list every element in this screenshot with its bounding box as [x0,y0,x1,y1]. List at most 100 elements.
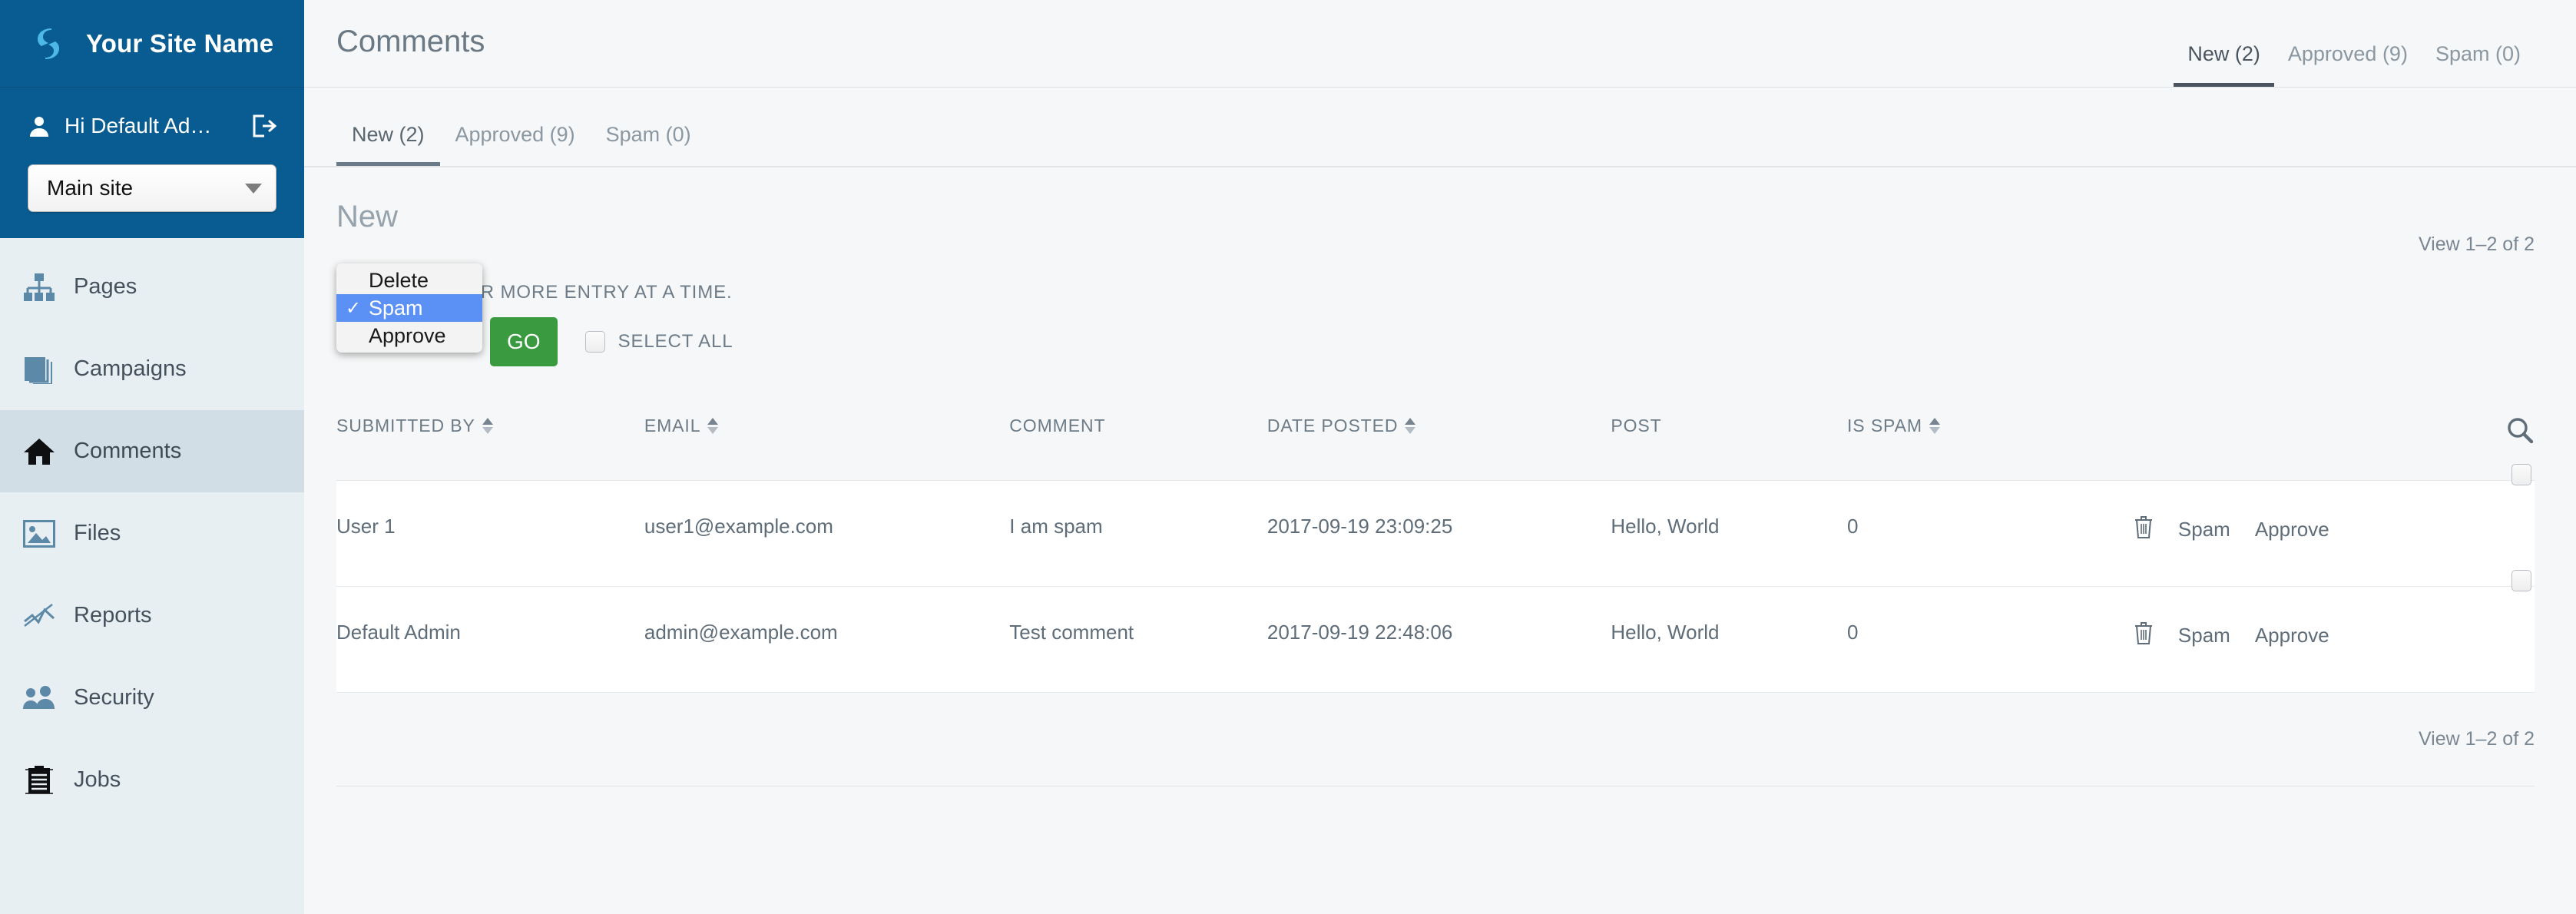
dropdown-option-label: Delete [369,268,429,292]
users-icon [22,681,57,716]
col-email[interactable]: EMAIL [644,394,1010,481]
sidebar-item-label: Reports [74,603,152,628]
table-body: User 1 user1@example.com I am spam 2017-… [336,464,2535,693]
sub-tab-approved[interactable]: Approved (9) [440,123,591,166]
sort-icon[interactable] [1929,418,1940,434]
section-header: New View 1–2 of 2 [336,167,2535,256]
chevron-down-icon [245,183,262,194]
sub-tab-new[interactable]: New (2) [336,123,440,166]
go-button[interactable]: GO [490,317,558,366]
table-row[interactable]: Default Admin admin@example.com Test com… [336,570,2535,693]
cell-submitted-by: Default Admin [336,586,644,693]
sidebar-item-campaigns[interactable]: Campaigns [0,328,304,410]
col-is-spam[interactable]: IS SPAM [1847,394,2134,481]
approve-action-link[interactable]: Approve [2255,518,2329,541]
col-label: IS SPAM [1847,416,1922,435]
dropdown-option-label: Spam [369,296,423,320]
site-selector-value: Main site [47,176,134,200]
trash-icon[interactable] [2134,621,2154,651]
approve-action-link[interactable]: Approve [2255,624,2329,647]
cell-post: Hello, World [1611,480,1847,587]
sort-icon[interactable] [707,418,719,434]
dropdown-option-approve[interactable]: Approve [336,322,482,349]
cell-comment: Test comment [1009,586,1267,693]
sidebar-item-reports[interactable]: Reports [0,575,304,657]
sidebar-item-label: Jobs [74,767,121,792]
sidebar-item-label: Comments [74,439,182,463]
row-select-checkbox[interactable] [2511,570,2531,591]
sidebar: Your Site Name Hi Default Ad… Main site [0,0,304,914]
row-select-checkbox[interactable] [2511,464,2531,485]
logout-icon[interactable] [250,113,276,139]
sitemap-icon [22,270,57,305]
select-all-label: SELECT ALL [618,331,733,352]
table-row[interactable]: User 1 user1@example.com I am spam 2017-… [336,464,2535,587]
top-tab-new[interactable]: New (2) [2174,42,2274,87]
user-greeting: Hi Default Ad… [65,114,212,137]
cell-date-posted: 2017-09-19 23:09:25 [1266,480,1611,587]
cell-actions: Spam Approve [2133,570,2535,693]
sidebar-item-label: Pages [74,274,137,299]
bulk-caption: MODIFY ONE OR MORE ENTRY AT A TIME. [336,282,733,303]
bottom-divider [336,786,2535,787]
col-date-posted[interactable]: DATE POSTED [1266,394,1611,481]
cell-date-posted: 2017-09-19 22:48:06 [1266,586,1611,693]
cell-post: Hello, World [1611,586,1847,693]
site-selector[interactable]: Main site [28,164,276,212]
col-label: SUBMITTED BY [336,416,475,435]
spam-action-link[interactable]: Spam [2178,624,2230,647]
sub-tab-spam[interactable]: Spam (0) [591,123,707,166]
table-head: SUBMITTED BY EMAIL COMMENT DATE POSTED P… [336,394,2535,481]
section-title: New [336,200,399,233]
user-icon [28,114,51,137]
top-tab-spam[interactable]: Spam (0) [2422,42,2535,87]
col-post: POST [1611,394,1847,481]
dropdown-option-spam[interactable]: ✓ Spam [336,294,482,322]
cell-is-spam: 0 [1847,586,2134,693]
bulk-actions: MODIFY ONE OR MORE ENTRY AT A TIME. GO S… [336,263,2535,366]
sidebar-item-pages[interactable]: Pages [0,246,304,328]
select-all-checkbox[interactable] [584,331,605,353]
view-count-bottom: View 1–2 of 2 [2418,728,2535,750]
top-tab-approved[interactable]: Approved (9) [2274,42,2422,87]
content-panel: New View 1–2 of 2 MODIFY ONE OR MORE ENT… [304,167,2576,914]
col-submitted-by[interactable]: SUBMITTED BY [336,394,644,481]
spam-action-link[interactable]: Spam [2178,518,2230,541]
brand-header[interactable]: Your Site Name [0,0,304,88]
site-selector-wrap: Main site [0,164,304,238]
trash-icon[interactable] [2134,515,2154,545]
top-tabs: New (2) Approved (9) Spam (0) [2174,42,2535,87]
sort-icon[interactable] [482,418,493,434]
user-row: Hi Default Ad… [0,88,304,164]
image-icon [22,516,57,551]
sidebar-item-jobs[interactable]: Jobs [0,739,304,821]
col-label: COMMENT [1009,416,1106,435]
dropdown-option-label: Approve [369,323,446,347]
col-label: EMAIL [644,416,701,435]
page-title: Comments [336,25,485,58]
bulk-action-dropdown-menu[interactable]: Delete ✓ Spam Approve [336,263,482,353]
clipboard-icon [22,763,57,798]
sidebar-item-label: Campaigns [74,356,187,381]
sidebar-item-label: Files [74,521,121,545]
check-icon: ✓ [346,297,362,319]
home-icon [22,434,57,469]
search-icon[interactable] [2505,416,2535,449]
col-label: POST [1611,416,1662,435]
app-root: Your Site Name Hi Default Ad… Main site [0,0,2576,914]
col-search [2133,394,2535,481]
sidebar-item-comments[interactable]: Comments [0,410,304,492]
select-all-wrap: SELECT ALL [584,331,733,353]
cell-comment: I am spam [1009,480,1267,587]
cell-submitted-by: User 1 [336,480,644,587]
col-comment: COMMENT [1009,394,1267,481]
sidebar-item-security[interactable]: Security [0,657,304,739]
dropdown-option-delete[interactable]: Delete [336,267,482,294]
sub-tabs: New (2) Approved (9) Spam (0) [304,88,2576,167]
sidebar-item-files[interactable]: Files [0,492,304,575]
layers-icon [22,352,57,387]
sort-icon[interactable] [1405,418,1416,434]
brand-name: Your Site Name [86,28,274,58]
topbar: Comments New (2) Approved (9) Spam (0) [304,0,2576,88]
cell-email: admin@example.com [644,586,1010,693]
